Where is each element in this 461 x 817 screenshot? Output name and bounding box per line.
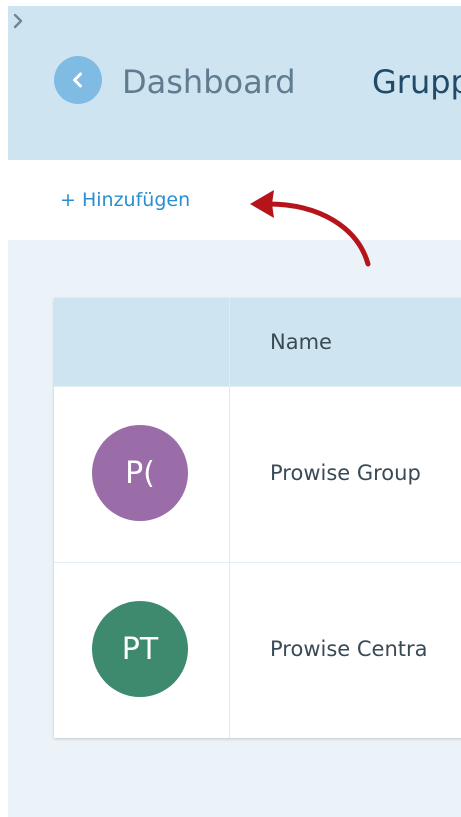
annotation-arrow-icon <box>250 190 371 267</box>
back-button[interactable] <box>54 56 102 104</box>
column-header-name[interactable]: Name <box>270 328 332 356</box>
page-header: Dashboard Grupp <box>8 6 461 160</box>
avatar: P( <box>92 425 188 521</box>
app-frame: Dashboard Grupp + Hinzufügen Name P( Pro… <box>8 6 461 817</box>
chevron-left-icon <box>73 72 82 88</box>
group-name[interactable]: Prowise Centra <box>270 635 428 663</box>
avatar: PT <box>92 601 188 697</box>
groups-table: Name P( Prowise Group PT Prowise Centra <box>54 298 461 738</box>
group-name[interactable]: Prowise Group <box>270 459 421 487</box>
add-button[interactable]: + Hinzufügen <box>60 186 190 214</box>
table-row[interactable]: P( Prowise Group <box>54 386 461 563</box>
table-row[interactable]: PT Prowise Centra <box>54 562 461 739</box>
avatar-initials: P( <box>125 455 155 491</box>
chevron-right-icon <box>13 13 23 29</box>
table-header: Name <box>54 298 461 386</box>
avatar-initials: PT <box>121 631 159 667</box>
breadcrumb-dashboard[interactable]: Dashboard <box>122 62 296 102</box>
breadcrumb-current: Grupp <box>372 63 461 101</box>
